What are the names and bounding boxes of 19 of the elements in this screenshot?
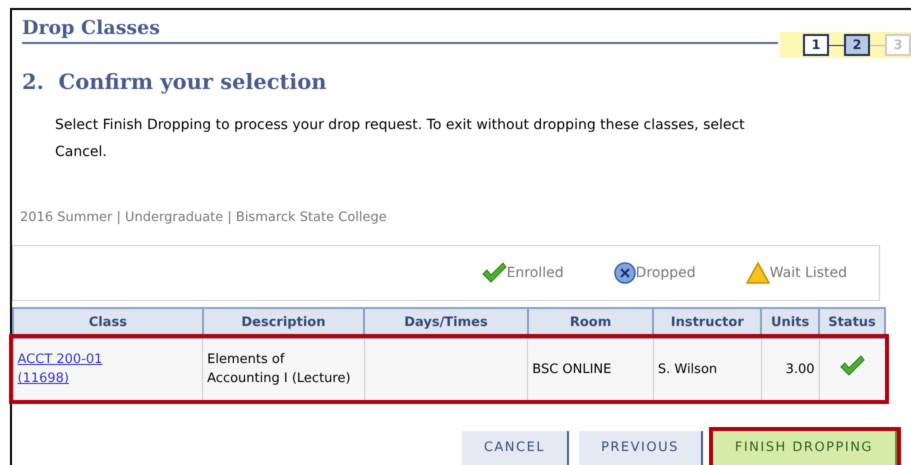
check-icon [480,262,507,284]
legend-label: Enrolled [506,264,564,282]
action-button[interactable]: PREVIOUS [579,430,703,465]
term-label: 2016 Summer | Undergraduate | Bismarck State College [20,208,388,226]
table-cell: S. Wilson [658,362,718,377]
table-cell: BSC ONLINE [532,362,612,377]
table-cell: 3.00 [786,362,815,377]
section-heading: 2. Confirm your selection [22,68,328,96]
table-cell: Elements of Accounting I (Lecture) [207,352,351,386]
page-title: Drop Classes [22,16,161,41]
step-indicator: 3 [885,34,911,56]
legend-label: Dropped [636,264,696,282]
instructions-text: Select Finish Dropping to process your drop request. To exit without dropping these classes, select Cancel. [55,116,746,162]
step-indicator: 1 [803,34,829,56]
legend-label: Wait Listed [770,264,847,282]
warning-icon [746,262,770,284]
circle-x-icon [614,262,636,284]
step-indicator: 2 [844,34,870,56]
action-button[interactable]: CANCEL [462,430,570,465]
